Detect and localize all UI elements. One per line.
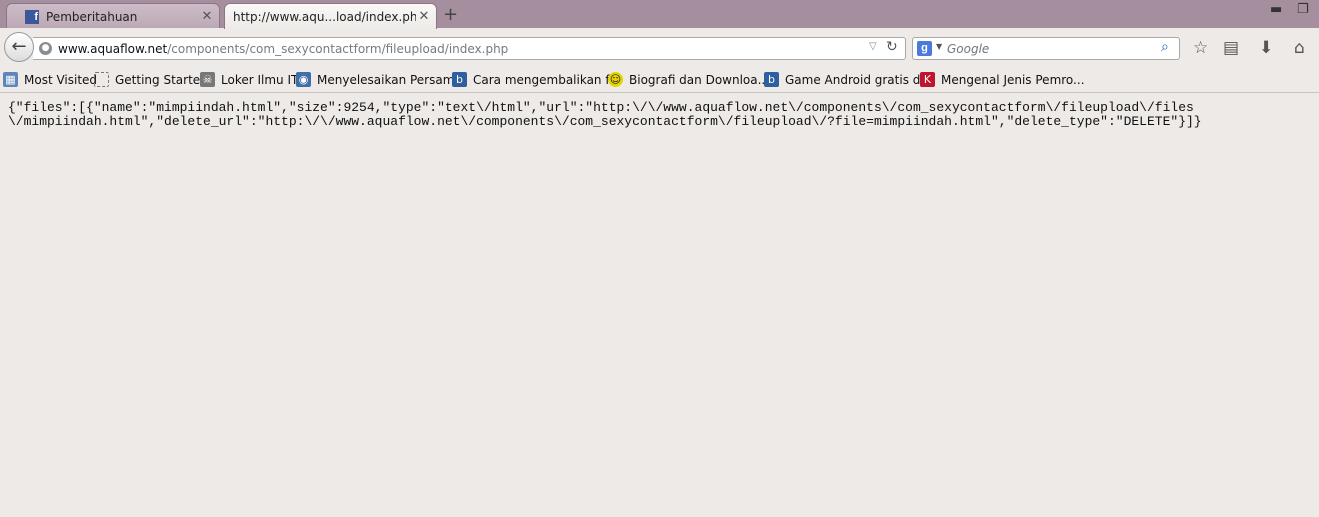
search-input[interactable] <box>947 40 1147 57</box>
bookmark-label: Cara mengembalikan f... <box>473 72 621 87</box>
url-path: /components/com_sexycontactform/fileuplo… <box>167 42 509 56</box>
blogger-icon: b <box>764 72 779 87</box>
smiley-icon: ☺ <box>608 72 623 87</box>
bookmark-label: Game Android gratis d... <box>785 72 932 87</box>
json-response-text: {"files":[{"name":"mimpiindah.html","siz… <box>8 101 1308 129</box>
tab-label: http://www.aqu...load/index.php <box>233 9 416 24</box>
bookmark-loker-ilmu-it[interactable]: ☠ Loker Ilmu IT <box>200 72 298 87</box>
tab-pemberitahuan[interactable]: f Pemberitahuan ✕ <box>6 3 220 29</box>
json-line-2: \/mimpiindah.html","delete_url":"http:\/… <box>8 114 1202 129</box>
new-tab-button[interactable]: + <box>443 4 458 25</box>
blogger-icon: b <box>452 72 467 87</box>
bookmark-menyelesaikan[interactable]: ◉ Menyelesaikan Persam... <box>296 72 466 87</box>
bookmark-label: Loker Ilmu IT <box>221 72 299 87</box>
bookmark-label: Getting Started <box>115 72 208 87</box>
restore-icon[interactable]: ❐ <box>1297 2 1309 17</box>
bookmark-label: Biografi dan Downloa... <box>629 72 770 87</box>
bookmark-most-visited[interactable]: ▦ Most Visited <box>3 72 97 87</box>
search-bar[interactable]: g ▼ ⌕ <box>912 37 1180 60</box>
url-domain: www.aquaflow.net <box>58 42 168 56</box>
back-button[interactable]: ← <box>4 32 34 62</box>
bookmark-cara-mengembalikan[interactable]: b Cara mengembalikan f... <box>452 72 620 87</box>
url-dropdown-icon[interactable]: ▽ <box>869 41 877 52</box>
pirate-icon: ☠ <box>200 72 215 87</box>
tab-strip: f Pemberitahuan ✕ http://www.aqu...load/… <box>0 0 1319 29</box>
bookmark-getting-started[interactable]: Getting Started <box>94 72 208 87</box>
google-icon[interactable]: g <box>917 41 932 56</box>
bookmark-game-android[interactable]: b Game Android gratis d... <box>764 72 932 87</box>
downloads-icon[interactable]: ⬇ <box>1259 38 1273 58</box>
most-visited-icon: ▦ <box>3 72 18 87</box>
json-line-1: {"files":[{"name":"mimpiindah.html","siz… <box>8 100 1194 115</box>
bookmark-label: Mengenal Jenis Pemro... <box>941 72 1085 87</box>
facebook-icon: f <box>25 9 39 24</box>
url-text[interactable]: www.aquaflow.net/components/com_sexycont… <box>58 42 508 56</box>
bookmark-biografi[interactable]: ☺ Biografi dan Downloa... <box>608 72 769 87</box>
tab-close-icon[interactable]: ✕ <box>416 9 432 24</box>
minimize-icon[interactable]: ▬ <box>1270 2 1282 17</box>
search-icon[interactable]: ⌕ <box>1161 39 1169 55</box>
bookmark-mengenal-jenis[interactable]: K Mengenal Jenis Pemro... <box>920 72 1085 87</box>
tab-index-php[interactable]: http://www.aqu...load/index.php ✕ <box>224 3 437 29</box>
bookmark-star-icon[interactable]: ☆ <box>1193 38 1208 58</box>
back-arrow-icon: ← <box>11 36 27 57</box>
bookmarks-menu-icon[interactable]: ▤ <box>1223 38 1239 58</box>
page-icon <box>94 72 109 87</box>
tab-label: Pemberitahuan <box>46 9 138 24</box>
home-icon[interactable]: ⌂ <box>1294 38 1305 58</box>
search-engine-dropdown-icon[interactable]: ▼ <box>936 42 942 51</box>
globe-icon: ● <box>39 42 52 55</box>
bookmarks-toolbar: ▦ Most Visited Getting Started ☠ Loker I… <box>0 68 1319 93</box>
reload-icon[interactable]: ↻ <box>886 39 898 55</box>
bookmark-label: Menyelesaikan Persam... <box>317 72 466 87</box>
navigation-bar: ● www.aquaflow.net/components/com_sexyco… <box>0 28 1319 68</box>
address-bar[interactable]: ● www.aquaflow.net/components/com_sexyco… <box>33 37 906 60</box>
bookmark-label: Most Visited <box>24 72 98 87</box>
site-icon: ◉ <box>296 72 311 87</box>
red-k-icon: K <box>920 72 935 87</box>
tab-close-icon[interactable]: ✕ <box>199 9 215 24</box>
